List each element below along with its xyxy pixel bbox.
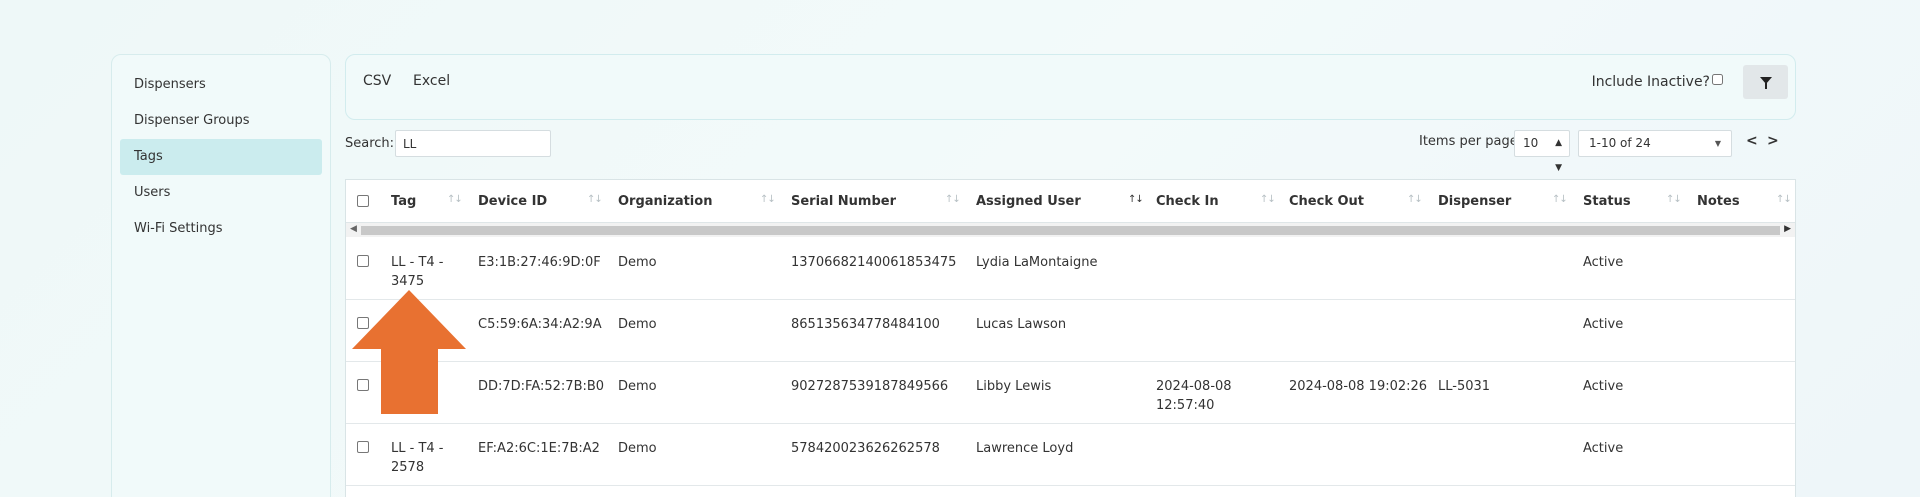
table-row: LL - T4 -3475 E3:1B:27:46:9D:0F Demo 137… bbox=[346, 238, 1795, 300]
organization-link[interactable]: Demo bbox=[618, 439, 657, 458]
status-cell: Active bbox=[1583, 379, 1624, 394]
sort-icon[interactable]: ↑↓ bbox=[1407, 194, 1423, 205]
excel-button[interactable]: Excel bbox=[413, 73, 450, 89]
search-input[interactable] bbox=[395, 130, 551, 157]
sort-icon[interactable]: ↑↓ bbox=[447, 194, 463, 205]
check-in-cell: 2024-08-08 12:57:40 bbox=[1156, 379, 1232, 413]
sidebar-item-dispenser-groups[interactable]: Dispenser Groups bbox=[120, 103, 322, 139]
col-organization[interactable]: Organization bbox=[618, 194, 712, 209]
next-page-button[interactable]: > bbox=[1767, 133, 1779, 149]
organization-link[interactable]: Demo bbox=[618, 253, 657, 272]
sidebar-item-users[interactable]: Users bbox=[120, 175, 322, 211]
assigned-user-link[interactable]: Lucas Lawson bbox=[976, 315, 1066, 334]
sort-active-icon[interactable]: ↑↓ bbox=[1128, 194, 1144, 205]
export-toolbar: CSV Excel Include Inactive? bbox=[345, 54, 1796, 120]
col-notes[interactable]: Notes bbox=[1697, 194, 1740, 209]
col-tag[interactable]: Tag bbox=[391, 194, 416, 209]
tag-link[interactable]: LL - T4 -2578 bbox=[391, 439, 443, 477]
assigned-user-link[interactable]: Lawrence Loyd bbox=[976, 439, 1073, 458]
device-id-cell: E3:1B:27:46:9D:0F bbox=[478, 255, 601, 270]
sort-icon[interactable]: ↑↓ bbox=[945, 194, 961, 205]
sort-icon[interactable]: ↑↓ bbox=[760, 194, 776, 205]
serial-cell: 865135634778484100 bbox=[791, 317, 940, 332]
filter-icon bbox=[1759, 76, 1772, 89]
search-label: Search: bbox=[345, 136, 395, 151]
table-row: LL - T4 -2578 EF:A2:6C:1E:7B:A2 Demo 578… bbox=[346, 424, 1795, 486]
table-header: Tag ↑↓ Device ID ↑↓ Organization ↑↓ Seri… bbox=[346, 180, 1795, 223]
table-row: DD:7D:FA:52:7B:B0 Demo 90272875391878495… bbox=[346, 362, 1795, 424]
assigned-user-link[interactable]: Libby Lewis bbox=[976, 377, 1051, 396]
dispenser-link[interactable]: LL-5031 bbox=[1438, 377, 1490, 396]
col-serial-number[interactable]: Serial Number bbox=[791, 194, 896, 209]
updown-icon: ▲ ▼ bbox=[1555, 138, 1562, 173]
horizontal-scrollbar[interactable]: ◀ ▶ bbox=[346, 223, 1795, 237]
scroll-left-icon[interactable]: ◀ bbox=[350, 224, 357, 234]
check-out-cell: 2024-08-08 19:02:26 bbox=[1289, 379, 1428, 394]
items-per-page-value: 10 bbox=[1523, 136, 1539, 150]
tags-table: Tag ↑↓ Device ID ↑↓ Organization ↑↓ Seri… bbox=[345, 179, 1796, 497]
serial-cell: 9027287539187849566 bbox=[791, 379, 949, 394]
scrollbar-thumb[interactable] bbox=[361, 226, 1780, 235]
prev-page-button[interactable]: < bbox=[1746, 133, 1758, 149]
csv-button[interactable]: CSV bbox=[363, 73, 391, 89]
col-dispenser[interactable]: Dispenser bbox=[1438, 194, 1511, 209]
col-status[interactable]: Status bbox=[1583, 194, 1631, 209]
col-check-in[interactable]: Check In bbox=[1156, 194, 1219, 209]
device-id-cell: EF:A2:6C:1E:7B:A2 bbox=[478, 441, 600, 456]
page-range-select[interactable]: 1-10 of 24 ▼ bbox=[1578, 130, 1732, 157]
status-cell: Active bbox=[1583, 255, 1624, 270]
scroll-right-icon[interactable]: ▶ bbox=[1784, 224, 1791, 234]
row-checkbox[interactable] bbox=[357, 255, 369, 267]
col-device-id[interactable]: Device ID bbox=[478, 194, 547, 209]
sort-icon[interactable]: ↑↓ bbox=[1776, 194, 1792, 205]
sidebar: Dispensers Dispenser Groups Tags Users W… bbox=[111, 54, 331, 497]
include-inactive-checkbox[interactable] bbox=[1712, 74, 1723, 85]
page-range-value: 1-10 of 24 bbox=[1589, 136, 1651, 150]
sidebar-item-wifi-settings[interactable]: Wi-Fi Settings bbox=[120, 211, 322, 247]
sort-icon[interactable]: ↑↓ bbox=[1552, 194, 1568, 205]
device-id-cell: C5:59:6A:34:A2:9A bbox=[478, 317, 602, 332]
filter-button[interactable] bbox=[1743, 65, 1788, 99]
assigned-user-link[interactable]: Lydia LaMontaigne bbox=[976, 253, 1098, 272]
annotation-arrow-icon bbox=[352, 290, 466, 414]
table-row: C5:59:6A:34:A2:9A Demo 86513563477848410… bbox=[346, 300, 1795, 362]
select-all-checkbox[interactable] bbox=[357, 195, 369, 207]
col-check-out[interactable]: Check Out bbox=[1289, 194, 1364, 209]
status-cell: Active bbox=[1583, 317, 1624, 332]
row-checkbox[interactable] bbox=[357, 441, 369, 453]
include-inactive-toggle[interactable]: Include Inactive? bbox=[1592, 74, 1723, 90]
sort-icon[interactable]: ↑↓ bbox=[1666, 194, 1682, 205]
serial-cell: 578420023626262578 bbox=[791, 441, 940, 456]
items-per-page-label: Items per page: bbox=[1419, 134, 1523, 149]
include-inactive-label: Include Inactive? bbox=[1591, 74, 1710, 90]
sidebar-item-tags[interactable]: Tags bbox=[120, 139, 322, 175]
device-id-cell: DD:7D:FA:52:7B:B0 bbox=[478, 379, 605, 394]
organization-link[interactable]: Demo bbox=[618, 377, 657, 396]
serial-cell: 13706682140061853475 bbox=[791, 255, 957, 270]
status-cell: Active bbox=[1583, 441, 1624, 456]
sort-icon[interactable]: ↑↓ bbox=[587, 194, 603, 205]
tag-link[interactable]: LL - T4 -3475 bbox=[391, 253, 443, 291]
sort-icon[interactable]: ↑↓ bbox=[1260, 194, 1276, 205]
chevron-down-icon: ▼ bbox=[1714, 139, 1721, 148]
sidebar-item-dispensers[interactable]: Dispensers bbox=[120, 67, 322, 103]
col-assigned-user[interactable]: Assigned User bbox=[976, 194, 1081, 209]
organization-link[interactable]: Demo bbox=[618, 315, 657, 334]
items-per-page-select[interactable]: 10 ▲ ▼ bbox=[1514, 130, 1570, 173]
